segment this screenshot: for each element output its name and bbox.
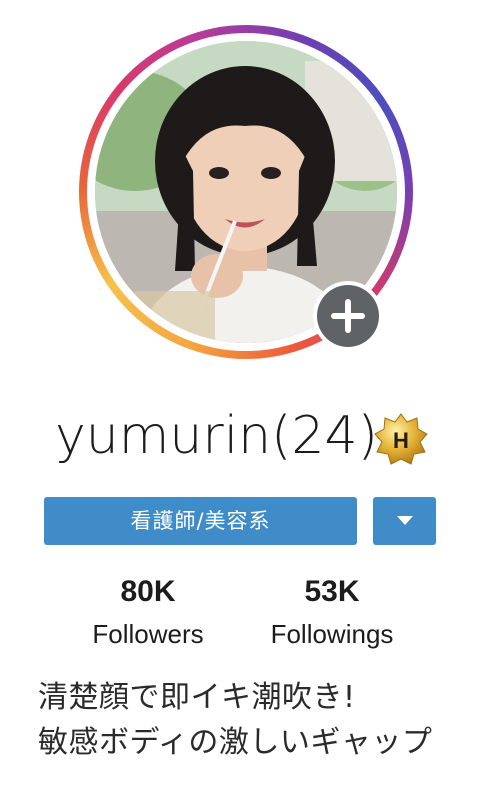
bio-line: 清楚顔で即イキ潮吹き! bbox=[38, 680, 356, 715]
caret-down-icon bbox=[396, 516, 413, 525]
bio-line: 敏感ボディの激しいギャップ bbox=[38, 725, 433, 760]
name-row: yumurin(24) H bbox=[0, 398, 480, 478]
followers-label: Followers bbox=[92, 619, 204, 649]
profile-page: yumurin(24) H 看護師/美容系 80K Followers 53K … bbox=[0, 0, 480, 800]
plus-icon bbox=[317, 285, 379, 347]
dropdown-button[interactable] bbox=[373, 497, 436, 545]
followings-count: 53K bbox=[304, 575, 360, 608]
username: yumurin(24) bbox=[55, 406, 378, 466]
add-button[interactable] bbox=[313, 281, 383, 351]
bio: 清楚顔で即イキ潮吹き! 敏感ボディの激しいギャップ bbox=[38, 675, 458, 765]
followers-count: 80K bbox=[120, 575, 176, 608]
category-button[interactable]: 看護師/美容系 bbox=[44, 497, 357, 545]
gold-star-badge-icon: H bbox=[373, 412, 429, 468]
badge-letter: H bbox=[393, 428, 409, 453]
followings-stat[interactable]: 53K Followings bbox=[232, 570, 432, 654]
followings-label: Followings bbox=[270, 619, 394, 649]
followers-stat[interactable]: 80K Followers bbox=[48, 570, 248, 654]
